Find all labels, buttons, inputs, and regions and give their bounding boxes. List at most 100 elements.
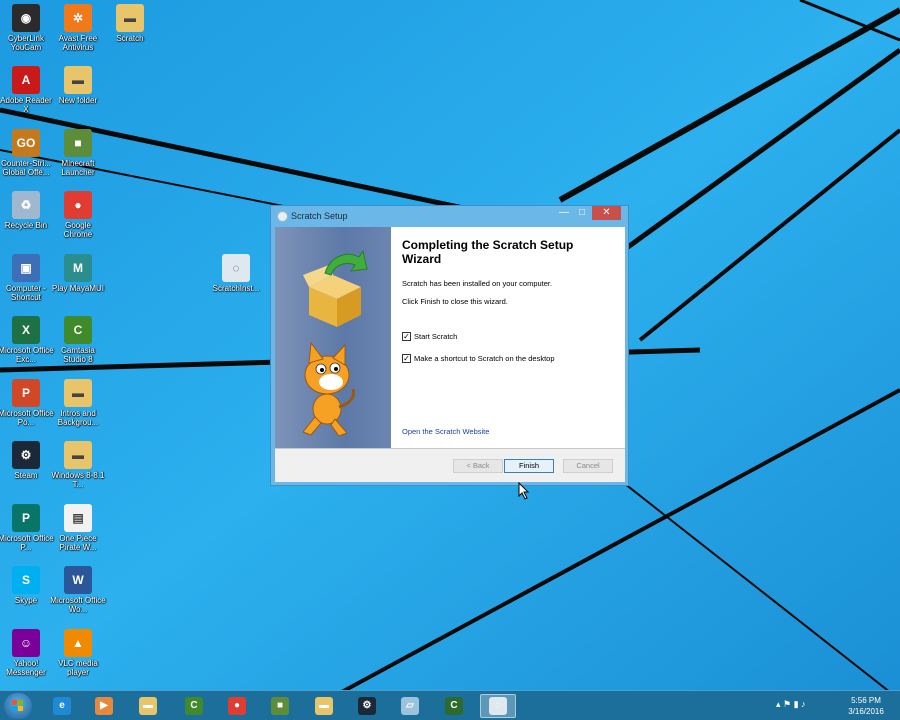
- taskbar-app-button[interactable]: ▬: [306, 694, 342, 718]
- desktop-icon-label: Windows 8-8.1 T...: [51, 471, 105, 489]
- desktop-icon[interactable]: ⚙ Steam: [0, 441, 54, 480]
- system-tray[interactable]: ▴ ⚑ ▮ ♪: [776, 699, 806, 710]
- dialog-body: Completing the Scratch Setup Wizard Scra…: [275, 227, 625, 482]
- start-scratch-option[interactable]: ✓ Start Scratch: [402, 331, 457, 341]
- excel-icon: X: [12, 316, 40, 344]
- desktop-icon[interactable]: P Microsoft Office P...: [0, 504, 54, 552]
- desktop-icon[interactable]: ♻ Recycle Bin: [0, 191, 54, 230]
- start-scratch-label: Start Scratch: [414, 331, 458, 341]
- desktop-shortcut-checkbox[interactable]: ✓: [402, 353, 411, 363]
- finish-instruction: Click Finish to close this wizard.: [402, 297, 508, 306]
- minecraft-icon: ■: [64, 129, 92, 157]
- wizard-heading: Completing the Scratch Setup Wizard: [402, 238, 574, 266]
- folder-icon: ▬: [315, 697, 333, 715]
- yahoo-messenger-icon: ☺: [12, 629, 40, 657]
- word-icon: W: [64, 566, 92, 594]
- desktop-icon[interactable]: W Microsoft Office Wo...: [50, 566, 106, 614]
- back-button[interactable]: < Back: [453, 459, 503, 473]
- desktop-icon-label: Minecraft Launcher: [61, 159, 95, 177]
- desktop-icon[interactable]: S Skype: [0, 566, 54, 605]
- clock-date: 3/16/2016: [848, 707, 884, 716]
- dialog-titlebar[interactable]: Scratch Setup — □ ✕: [271, 206, 628, 227]
- camtasia-icon: C: [185, 697, 203, 715]
- desktop-icon[interactable]: ▤ One Piece Pirate W...: [50, 504, 106, 552]
- windows-logo-icon: [12, 700, 23, 711]
- finish-button[interactable]: Finish: [504, 459, 554, 473]
- minimize-button[interactable]: —: [556, 206, 572, 220]
- desktop-icon-label: Avast Free Antivirus: [58, 34, 98, 52]
- clock-time: 5:56 PM: [851, 696, 881, 705]
- steam-icon: ⚙: [358, 697, 376, 715]
- desktop: ◉ CyberLink YouCam ✲ Avast Free Antivirus ▬ S…: [0, 0, 900, 690]
- desktop-icon[interactable]: ☺ Yahoo! Messenger: [0, 629, 54, 677]
- desktop-icon-label: Computer - Shortcut: [5, 284, 46, 302]
- desktop-icon[interactable]: X Microsoft Office Exc...: [0, 316, 54, 364]
- chrome-icon: ●: [64, 191, 92, 219]
- desktop-icon-label: One Piece Pirate W...: [59, 534, 97, 552]
- taskbar-app-button[interactable]: ▶: [86, 694, 122, 718]
- desktop-icon[interactable]: ◉ CyberLink YouCam: [0, 4, 54, 52]
- desktop-icon-label: Skype: [14, 596, 38, 605]
- desktop-icon[interactable]: ● Google Chrome: [50, 191, 106, 239]
- taskbar-app-button[interactable]: C: [436, 694, 472, 718]
- start-button[interactable]: [4, 693, 32, 719]
- camtasia-recorder-icon: C: [445, 697, 463, 715]
- chrome-icon: ●: [228, 697, 246, 715]
- skype-icon: S: [12, 566, 40, 594]
- youcam-icon: ◉: [12, 4, 40, 32]
- wizard-side-banner: [275, 227, 391, 448]
- folder-icon: ▬: [64, 441, 92, 469]
- desktop-icon[interactable]: A Adobe Reader X: [0, 66, 54, 114]
- taskbar-app-button[interactable]: ◌: [480, 694, 516, 718]
- cancel-button[interactable]: Cancel: [563, 459, 613, 473]
- desktop-icon[interactable]: M Play MayaMUI: [50, 254, 106, 293]
- taskbar-app-button[interactable]: ▱: [392, 694, 428, 718]
- taskbar-app-button[interactable]: ●: [219, 694, 255, 718]
- desktop-icon-label: VLC media player: [58, 659, 98, 677]
- minecraft-icon: ■: [271, 697, 289, 715]
- maximize-button[interactable]: □: [574, 206, 590, 220]
- desktop-icon[interactable]: ◌ ScratchInst...: [208, 254, 264, 293]
- desktop-icon-label: ScratchInst...: [212, 284, 260, 293]
- media-player-icon: ▶: [95, 697, 113, 715]
- desktop-icon[interactable]: C Camtasia Studio 8: [50, 316, 106, 364]
- desktop-icon-label: Adobe Reader X: [0, 96, 52, 114]
- folder-icon: ▬: [64, 379, 92, 407]
- taskbar-app-button[interactable]: ■: [262, 694, 298, 718]
- desktop-icon[interactable]: GO Counter-Stri... Global Offe...: [0, 129, 54, 177]
- desktop-icon[interactable]: ■ Minecraft Launcher: [50, 129, 106, 177]
- desktop-icon[interactable]: ▲ VLC media player: [50, 629, 106, 677]
- desktop-icon-label: New folder: [58, 96, 98, 105]
- scratch-installer-icon: ◌: [222, 254, 250, 282]
- desktop-icon[interactable]: ▬ Intros and Backgrou...: [50, 379, 106, 427]
- desktop-icon[interactable]: P Microsoft Office Po...: [0, 379, 54, 427]
- wizard-content: Completing the Scratch Setup Wizard Scra…: [391, 227, 625, 448]
- taskbar-app-button[interactable]: e: [44, 694, 80, 718]
- desktop-icon-label: Microsoft Office Exc...: [0, 346, 54, 364]
- vlc-icon: ▲: [64, 629, 92, 657]
- close-button[interactable]: ✕: [592, 206, 621, 220]
- notepad-icon: ▱: [401, 697, 419, 715]
- desktop-icon[interactable]: ▣ Computer - Shortcut: [0, 254, 54, 302]
- desktop-icon-label: Microsoft Office Po...: [0, 409, 54, 427]
- start-scratch-checkbox[interactable]: ✓: [402, 331, 411, 341]
- desktop-icon[interactable]: ▬ New folder: [50, 66, 106, 105]
- taskbar-app-button[interactable]: ▬: [130, 694, 166, 718]
- steam-icon: ⚙: [12, 441, 40, 469]
- folder-icon: ▬: [116, 4, 144, 32]
- desktop-icon[interactable]: ▬ Windows 8-8.1 T...: [50, 441, 106, 489]
- scratch-setup-dialog: Scratch Setup — □ ✕ Completing the Scrat…: [270, 205, 629, 486]
- desktop-icon[interactable]: ✲ Avast Free Antivirus: [50, 4, 106, 52]
- desktop-shortcut-option[interactable]: ✓ Make a shortcut to Scratch on the desk…: [402, 353, 555, 363]
- scratch-website-link[interactable]: Open the Scratch Website: [402, 427, 489, 436]
- desktop-shortcut-label: Make a shortcut to Scratch on the deskto…: [414, 353, 555, 363]
- desktop-icon-label: Recycle Bin: [4, 221, 48, 230]
- desktop-icon-label: Intros and Backgrou...: [57, 409, 99, 427]
- desktop-icon[interactable]: ▬ Scratch: [102, 4, 158, 43]
- desktop-icon-label: Scratch: [116, 34, 144, 43]
- clock[interactable]: 5:56 PM 3/16/2016: [838, 695, 894, 717]
- desktop-icon-label: Yahoo! Messenger: [6, 659, 46, 677]
- csgo-icon: GO: [12, 129, 40, 157]
- taskbar-app-button[interactable]: C: [176, 694, 212, 718]
- taskbar-app-button[interactable]: ⚙: [349, 694, 385, 718]
